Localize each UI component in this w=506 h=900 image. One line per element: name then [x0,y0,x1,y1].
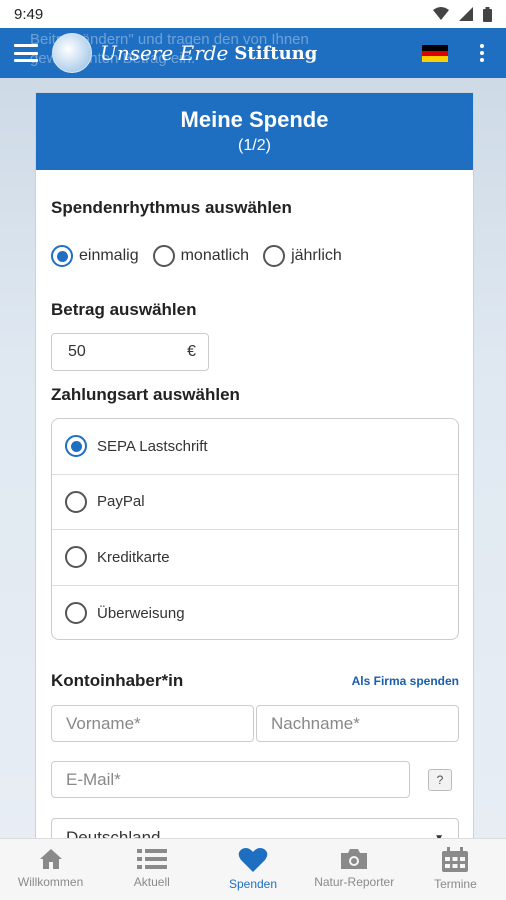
rhythm-label: Spendenrhythmus auswählen [51,198,292,217]
payment-label: Zahlungsart auswählen [51,385,240,404]
wifi-icon [433,7,449,20]
app-logo[interactable]: Unsere Erde Stiftung [52,33,317,73]
company-donation-link[interactable]: Als Firma spenden [352,674,459,688]
nav-item-aktuell[interactable]: Aktuell [101,839,202,900]
radio-icon [65,490,87,513]
list-icon [136,849,167,869]
amount-label: Betrag auswählen [51,300,197,319]
calendar-icon [442,847,469,872]
status-time: 9:49 [14,5,44,23]
nav-item-willkommen[interactable]: Willkommen [0,839,101,900]
account-holder-label: Kontoinhaber*in [51,671,184,690]
radio-icon [65,435,87,458]
globe-logo-icon [52,33,92,73]
nav-item-spenden[interactable]: Spenden [202,839,303,900]
battery-icon [483,6,492,22]
status-icons [433,6,492,22]
de-flag-icon[interactable] [422,45,448,62]
more-vert-icon[interactable] [480,44,484,62]
hamburger-menu-icon[interactable] [14,44,38,62]
logo-script-text: Unsere Erde [100,41,229,65]
payment-option-ueberweisung[interactable]: Überweisung [52,586,458,640]
radio-icon [51,245,73,267]
help-button[interactable]: ? [428,769,452,791]
card-step: (1/2) [238,137,271,154]
signal-icon [459,7,473,21]
rhythm-option-monatlich[interactable]: monatlich [152,245,249,267]
account-holder-header: Kontoinhaber*in Als Firma spenden [51,671,459,691]
payment-method-list: SEPA Lastschrift PayPal Kreditkarte Über… [51,418,459,640]
payment-option-sepa[interactable]: SEPA Lastschrift [52,419,458,475]
camera-icon [341,849,368,869]
app-bar: Beitrag ändern" und tragen den von Ihnen… [0,28,506,78]
logo-bold-text: Stiftung [234,42,318,64]
bottom-navigation: Willkommen Aktuell Spenden Natur-Reporte… [0,838,506,900]
nav-item-natur-reporter[interactable]: Natur-Reporter [304,839,405,900]
rhythm-option-einmalig[interactable]: einmalig [51,245,139,267]
nav-item-termine[interactable]: Termine [405,839,506,900]
email-field[interactable]: E-Mail* [51,761,410,798]
radio-icon [263,245,286,267]
radio-icon [152,245,175,267]
donation-card: Meine Spende (1/2) Spendenrhythmus auswä… [35,92,474,852]
payment-option-paypal[interactable]: PayPal [52,475,458,530]
first-name-field[interactable]: Vorname* [51,705,254,742]
radio-icon [65,546,87,569]
amount-value: 50 [68,343,86,360]
card-header: Meine Spende (1/2) [36,93,473,170]
last-name-field[interactable]: Nachname* [256,705,459,742]
radio-icon [65,602,87,625]
status-bar: 9:49 [0,0,506,28]
rhythm-option-jaehrlich[interactable]: jährlich [263,245,342,267]
amount-input[interactable]: 50 € [51,333,209,371]
heart-icon [238,848,268,872]
payment-option-kreditkarte[interactable]: Kreditkarte [52,530,458,586]
currency-symbol: € [187,343,196,360]
home-icon [39,849,62,869]
rhythm-radio-group: einmalig monatlich jährlich [51,245,346,267]
card-title: Meine Spende [180,107,329,132]
